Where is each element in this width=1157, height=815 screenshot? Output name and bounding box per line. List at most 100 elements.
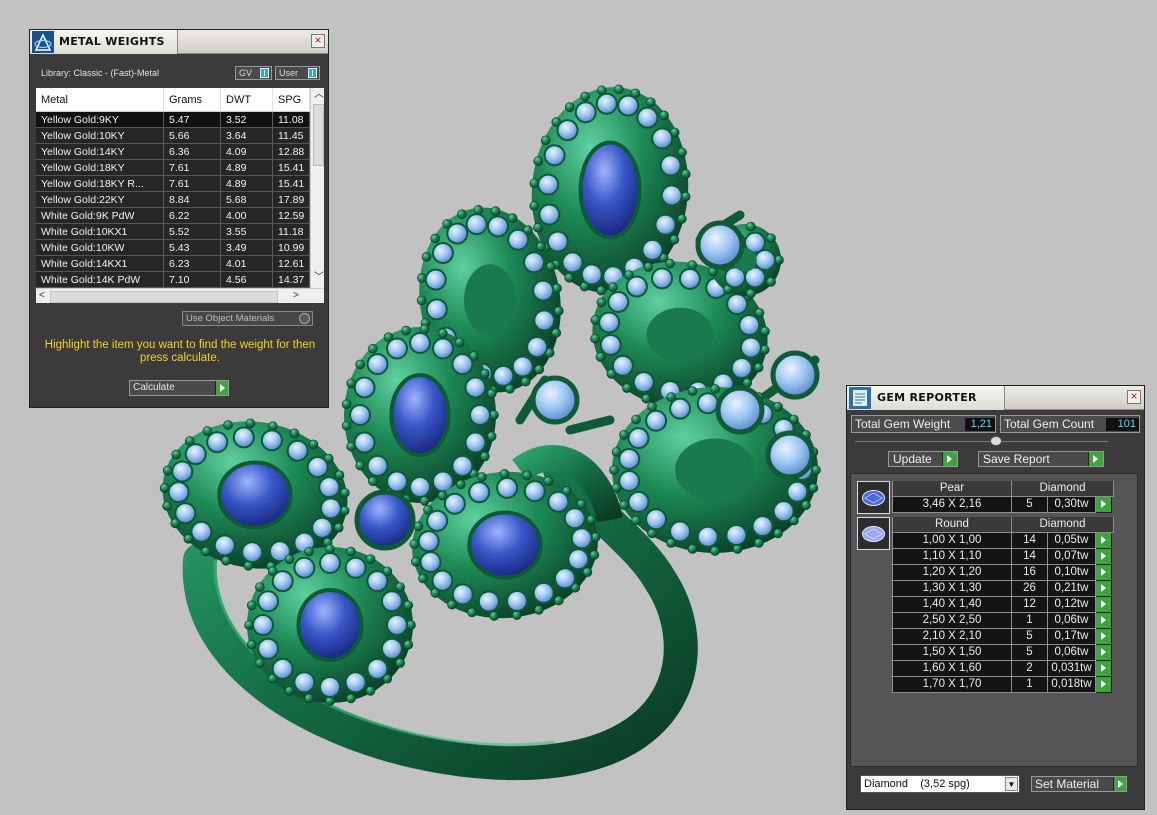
table-cell: White Gold:9K PdW (36, 208, 164, 223)
table-row[interactable]: Yellow Gold:9KY 5.47 3.52 11.08 (36, 112, 310, 128)
play-arrow-icon[interactable] (1096, 645, 1112, 661)
play-arrow-icon[interactable] (1096, 565, 1112, 581)
material-select[interactable]: Diamond (3,52 spg) ▼ (860, 775, 1020, 793)
metal-weights-tab[interactable]: METAL WEIGHTS (30, 30, 178, 54)
table-cell: 7.10 (164, 272, 221, 287)
toggle-knob-icon (260, 68, 269, 78)
app-logo-icon (32, 31, 54, 53)
table-cell: White Gold:14K PdW (36, 272, 164, 287)
use-object-materials-toggle[interactable]: Use Object Materials (182, 311, 313, 326)
play-arrow-icon[interactable] (1096, 661, 1112, 677)
close-icon[interactable]: × (1127, 390, 1141, 404)
table-cell: White Gold:14KX1 (36, 256, 164, 271)
scroll-thumb[interactable] (313, 104, 324, 166)
gem-reporter-panel: GEM REPORTER × Total Gem Weight 1,21 Tot… (846, 385, 1145, 810)
use-object-materials-label: Use Object Materials (186, 313, 275, 324)
table-cell: Yellow Gold:22KY (36, 192, 164, 207)
scroll-down-icon[interactable]: ﹀ (314, 272, 324, 284)
metal-weights-titlebar[interactable]: METAL WEIGHTS × (30, 30, 328, 54)
gem-size: 2,10 X 2,10 (892, 629, 1012, 645)
table-row[interactable]: Yellow Gold:18KY 7.61 4.89 15.41 (36, 160, 310, 176)
table-cell: 4.89 (221, 160, 273, 175)
gem-row[interactable]: 1,40 X 1,40 12 0,12tw (892, 597, 1112, 613)
gem-count: 14 (1012, 533, 1048, 549)
gem-count: 2 (1012, 661, 1048, 677)
table-cell: 3.49 (221, 240, 273, 255)
pear-gem-icon[interactable] (857, 481, 890, 514)
play-arrow-icon[interactable] (1096, 629, 1112, 645)
close-icon[interactable]: × (311, 34, 325, 48)
table-cell: 5.43 (164, 240, 221, 255)
play-arrow-icon[interactable] (1096, 497, 1112, 513)
gem-row[interactable]: 1,60 X 1,60 2 0,031tw (892, 661, 1112, 677)
table-row[interactable]: Yellow Gold:10KY 5.66 3.64 11.45 (36, 128, 310, 144)
splitter-handle[interactable] (990, 436, 1002, 446)
table-cell: 14.37 (273, 272, 310, 287)
play-arrow-icon[interactable] (1096, 581, 1112, 597)
table-row[interactable]: Yellow Gold:18KY R... 7.61 4.89 15.41 (36, 176, 310, 192)
total-gem-weight-value: 1,21 (965, 418, 995, 431)
gem-weight: 0,07tw (1048, 549, 1096, 565)
user-toggle-label: User (279, 68, 299, 78)
scroll-up-icon[interactable]: ︿ (314, 89, 324, 101)
round-gem-icon[interactable] (857, 517, 890, 550)
column-header[interactable]: DWT (221, 88, 273, 111)
set-material-button[interactable]: Set Material (1031, 776, 1127, 792)
gem-weight: 0,031tw (1048, 661, 1096, 677)
gem-size: 1,50 X 1,50 (892, 645, 1012, 661)
update-button[interactable]: Update (888, 451, 958, 467)
column-header[interactable]: Grams (164, 88, 221, 111)
play-arrow-icon[interactable] (1096, 533, 1112, 549)
gem-row[interactable]: 1,50 X 1,50 5 0,06tw (892, 645, 1112, 661)
gem-size: 1,20 X 1,20 (892, 565, 1012, 581)
vertical-scrollbar[interactable]: ︿ ﹀ (310, 88, 324, 288)
table-row[interactable]: Yellow Gold:14KY 6.36 4.09 12.88 (36, 144, 310, 160)
total-gem-weight-label: Total Gem Weight (855, 417, 951, 431)
gem-size: 1,10 X 1,10 (892, 549, 1012, 565)
table-row[interactable]: White Gold:9K PdW 6.22 4.00 12.59 (36, 208, 310, 224)
gem-material-label: Diamond (1012, 517, 1114, 533)
table-row[interactable]: White Gold:14K PdW 7.10 4.56 14.37 (36, 272, 310, 288)
gem-row[interactable]: 1,00 X 1,00 14 0,05tw (892, 533, 1112, 549)
scroll-thumb[interactable] (50, 291, 278, 303)
calculate-button[interactable]: Calculate (129, 380, 229, 396)
play-arrow-icon[interactable] (1096, 613, 1112, 629)
save-report-button[interactable]: Save Report (978, 451, 1104, 467)
gem-reporter-tab[interactable]: GEM REPORTER (847, 386, 1005, 410)
gem-row[interactable]: 2,50 X 2,50 1 0,06tw (892, 613, 1112, 629)
gem-row[interactable]: 1,10 X 1,10 14 0,07tw (892, 549, 1112, 565)
radio-icon[interactable] (299, 313, 310, 324)
chevron-down-icon[interactable]: ▼ (1005, 777, 1018, 791)
gem-row[interactable]: 1,20 X 1,20 16 0,10tw (892, 565, 1112, 581)
gem-row[interactable]: 1,70 X 1,70 1 0,018tw (892, 677, 1112, 693)
table-row[interactable]: White Gold:10KW 5.43 3.49 10.99 (36, 240, 310, 256)
gem-row[interactable]: 1,30 X 1,30 26 0,21tw (892, 581, 1112, 597)
table-cell: 4.01 (221, 256, 273, 271)
gem-weight: 0,06tw (1048, 645, 1096, 661)
scroll-left-icon[interactable]: < (39, 290, 45, 302)
column-header[interactable]: SPG (273, 88, 310, 111)
gem-reporter-titlebar[interactable]: GEM REPORTER × (847, 386, 1144, 410)
update-label: Update (893, 452, 932, 466)
horizontal-scrollbar[interactable]: < > (36, 288, 324, 303)
play-arrow-icon[interactable] (1096, 549, 1112, 565)
gem-count: 26 (1012, 581, 1048, 597)
column-header[interactable]: Metal (36, 88, 164, 111)
table-cell: 5.52 (164, 224, 221, 239)
play-arrow-icon[interactable] (1096, 597, 1112, 613)
gem-row[interactable]: 2,10 X 2,10 5 0,17tw (892, 629, 1112, 645)
gem-weight: 0,06tw (1048, 613, 1096, 629)
table-row[interactable]: White Gold:14KX1 6.23 4.01 12.61 (36, 256, 310, 272)
user-toggle[interactable]: User (275, 66, 320, 80)
gem-count: 5 (1012, 645, 1048, 661)
toggle-knob-icon (308, 68, 317, 78)
gem-row[interactable]: 3,46 X 2,16 5 0,30tw (892, 497, 1112, 513)
calculate-label: Calculate (133, 382, 175, 393)
table-row[interactable]: White Gold:10KX1 5.52 3.55 11.18 (36, 224, 310, 240)
gem-list: Pear Diamond 3,46 X 2,16 5 0,30tw Round Diamon… (850, 473, 1138, 767)
table-cell: 6.23 (164, 256, 221, 271)
scroll-right-icon[interactable]: > (293, 290, 299, 302)
play-arrow-icon[interactable] (1096, 677, 1112, 693)
gv-toggle[interactable]: GV (235, 66, 272, 80)
table-row[interactable]: Yellow Gold:22KY 8.84 5.68 17.89 (36, 192, 310, 208)
